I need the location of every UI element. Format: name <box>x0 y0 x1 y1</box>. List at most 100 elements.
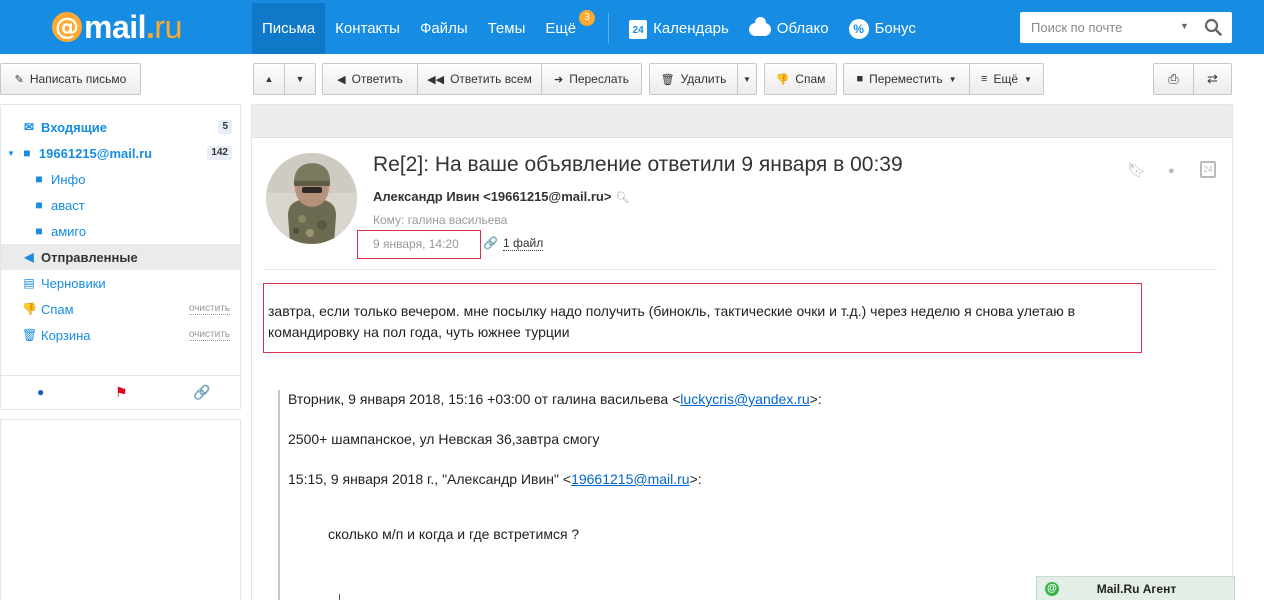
date-highlight-box <box>357 230 481 259</box>
top-navigation-bar: @ mail.ru Письма Контакты Файлы Темы Ещё… <box>0 0 1264 54</box>
folder-spam[interactable]: 👎 Спам очистить <box>1 296 240 322</box>
nav-more[interactable]: Ещё 3 <box>535 3 598 54</box>
thumb-down-icon: 👎 <box>775 73 790 86</box>
quote-line-2: 2500+ шампанское, ул Невская 36,завтра с… <box>288 431 600 447</box>
unread-filter-dot-icon[interactable]: ● <box>37 385 44 399</box>
collapse-triangle-icon: ▼ <box>7 148 15 158</box>
folder-trash[interactable]: 🗑 Корзина очистить <box>1 322 240 348</box>
calendar-event-icon[interactable]: 24 <box>1200 161 1216 178</box>
layout-toggle-icon: ⇄ <box>1207 71 1218 86</box>
inbox-unread-count: 5 <box>218 120 232 134</box>
more-button[interactable]: ≡ Ещё ▼ <box>969 64 1043 94</box>
clear-spam-link[interactable]: очистить <box>188 303 230 315</box>
mailru-logo[interactable]: @ mail.ru <box>52 9 182 45</box>
logo-name: mail <box>84 8 147 45</box>
reply-arrow-icon: ◀ <box>24 250 34 264</box>
flag-filter-icon[interactable]: ⚑ <box>115 384 128 401</box>
nav-bonus-label: Бонус <box>874 20 916 37</box>
logo-at-icon: @ <box>52 12 82 42</box>
nav-cloud[interactable]: Облако <box>739 3 839 54</box>
arrow-up-icon: ▲ <box>264 74 274 84</box>
quote-line-4: сколько м/п и когда и где встретимся ? <box>328 526 580 542</box>
folder-icon: ■ <box>35 198 43 212</box>
envelope-icon: ✉ <box>23 120 35 134</box>
move-group: ■ Переместить ▼ ≡ Ещё ▼ <box>843 63 1044 95</box>
nav-themes[interactable]: Темы <box>478 3 536 54</box>
reply-button[interactable]: ◀ Ответить <box>323 64 417 94</box>
nav-bonus[interactable]: % Бонус <box>839 3 926 54</box>
sidebar-filter-icons: ● ⚑ 🔗 <box>1 375 240 405</box>
paperclip-icon: 🔗 <box>483 236 498 250</box>
quote-bar <box>278 390 280 600</box>
folder-sent[interactable]: ◀ Отправленные <box>1 244 240 270</box>
folder-inbox[interactable]: ✉ Входящие 5 <box>1 114 240 140</box>
sender-search-icon[interactable]: 🔍︎ <box>615 192 629 204</box>
nav-separator <box>608 13 610 44</box>
logo-tld: ru <box>154 8 182 45</box>
header-divider <box>264 269 1217 270</box>
reply-icon: ◀ <box>337 73 346 86</box>
folder-info[interactable]: ■ Инфо <box>1 166 240 192</box>
reply-all-button[interactable]: ◀◀ Ответить всем <box>417 64 541 94</box>
folder-account[interactable]: ▼ ■ 19661215@mail.ru 142 <box>1 140 240 166</box>
view-group: ⎙ ⇄ <box>1153 63 1232 95</box>
message-subject: Re[2]: На ваше объявление ответили 9 янв… <box>373 153 903 176</box>
draft-icon: ▤ <box>23 276 35 290</box>
message-header-strip <box>252 105 1232 138</box>
calendar-icon: 24 <box>629 19 648 39</box>
delete-group: 🗑 Удалить ▼ <box>649 63 757 95</box>
chevron-down-icon: ▼ <box>1024 74 1032 84</box>
message-recipient: Кому: галина васильева <box>373 213 508 227</box>
nav-calendar[interactable]: 24 Календарь <box>619 3 739 54</box>
move-button[interactable]: ■ Переместить ▼ <box>844 64 969 94</box>
nav-contacts[interactable]: Контакты <box>325 3 410 54</box>
folder-icon: ■ <box>23 146 31 160</box>
sidebar-lower-panel <box>0 419 241 600</box>
layout-toggle-button[interactable]: ⇄ <box>1193 64 1231 94</box>
unread-status-dot-icon[interactable]: ● <box>1168 165 1175 177</box>
search-options-chevron-icon[interactable]: ▼ <box>1180 21 1189 31</box>
previous-message-button[interactable]: ▲ <box>254 64 284 94</box>
nav-cloud-label: Облако <box>776 20 829 37</box>
next-message-button[interactable]: ▼ <box>284 64 315 94</box>
search-box: ▼ <box>1020 12 1232 43</box>
avatar-image <box>266 153 357 244</box>
nav-more-label: Ещё <box>545 20 577 37</box>
folder-sidebar: ✉ Входящие 5 ▼ ■ 19661215@mail.ru 142 ■ … <box>0 104 241 410</box>
folder-avast[interactable]: ■ аваст <box>1 192 240 218</box>
bookmark-icon[interactable]: 🔖︎ <box>1127 161 1146 179</box>
cloud-icon <box>748 16 771 36</box>
prev-next-group: ▲ ▼ <box>253 63 316 95</box>
quoted-email-link[interactable]: luckycris@yandex.ru <box>680 391 809 407</box>
spam-button[interactable]: 👎 Спам <box>764 63 837 95</box>
reply-group: ◀ Ответить ◀◀ Ответить всем ➜ Переслать <box>322 63 642 95</box>
main-nav: Письма Контакты Файлы Темы Ещё 3 24 Кален… <box>252 3 926 54</box>
attachment-link[interactable]: 🔗 1 файл <box>483 236 544 251</box>
delete-options-button[interactable]: ▼ <box>737 64 756 94</box>
folder-drafts[interactable]: ▤ Черновики <box>1 270 240 296</box>
print-button[interactable]: ⎙ <box>1154 64 1193 94</box>
nav-letters[interactable]: Письма <box>252 3 326 54</box>
search-icon[interactable] <box>1204 18 1222 36</box>
delete-button[interactable]: 🗑 Удалить <box>650 64 737 94</box>
pencil-icon: ✎ <box>14 73 24 86</box>
folder-icon: ■ <box>35 224 43 238</box>
folder-amigo[interactable]: ■ амиго <box>1 218 240 244</box>
forward-button[interactable]: ➜ Переслать <box>541 64 641 94</box>
attachment-filter-icon[interactable]: 🔗 <box>193 384 210 401</box>
sender-avatar[interactable] <box>266 153 357 244</box>
search-input[interactable] <box>1020 12 1180 43</box>
printer-icon: ⎙ <box>1168 71 1179 86</box>
clear-trash-link[interactable]: очистить <box>188 329 230 341</box>
nav-files[interactable]: Файлы <box>410 3 478 54</box>
reply-all-icon: ◀◀ <box>427 73 445 86</box>
folder-icon: ■ <box>35 172 43 186</box>
agent-label: Mail.Ru Агент <box>1096 582 1177 596</box>
quoted-sender-email-link[interactable]: 19661215@mail.ru <box>571 471 690 487</box>
menu-icon: ≡ <box>981 73 988 85</box>
quote-line-3: 15:15, 9 января 2018 г., "Александр Ивин… <box>288 471 702 487</box>
message-sender[interactable]: Александр Ивин <19661215@mail.ru> 🔍︎ <box>373 189 629 204</box>
arrow-down-icon: ▼ <box>295 74 305 84</box>
mailru-agent-bar[interactable]: @ Mail.Ru Агент <box>1036 576 1235 600</box>
compose-button[interactable]: ✎ Написать письмо <box>0 63 141 95</box>
